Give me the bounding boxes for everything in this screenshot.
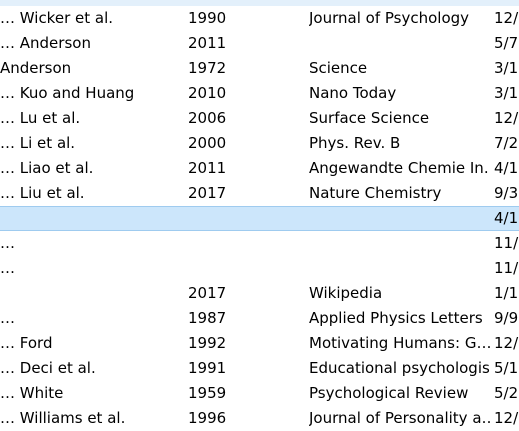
author-cell: … Lu et al. bbox=[0, 109, 81, 127]
table-row[interactable]: … Li et al. 2000 Phys. Rev. B 7/2 bbox=[0, 131, 519, 156]
author-cell: … bbox=[0, 234, 15, 252]
table-row[interactable]: 2017 Wikipedia 1/1 bbox=[0, 281, 519, 306]
publication-cell: Wikipedia bbox=[309, 284, 383, 302]
author-cell: … Li et al. bbox=[0, 134, 76, 152]
year-cell: 2000 bbox=[188, 134, 227, 152]
author-cell: Anderson bbox=[0, 59, 72, 77]
author-cell: … bbox=[0, 309, 15, 327]
table-row[interactable]: … Williams et al. 1996 Journal of Personal… bbox=[0, 406, 519, 431]
year-cell: 1992 bbox=[188, 334, 227, 352]
table-row[interactable]: Anderson 1972 Science 3/1 bbox=[0, 56, 519, 81]
table-row-selected[interactable]: 4/1 bbox=[0, 206, 519, 231]
author-cell: … Liu et al. bbox=[0, 184, 85, 202]
year-cell: 2017 bbox=[188, 184, 227, 202]
date-added-cell: 12/ bbox=[494, 409, 519, 427]
table-row[interactable]: … Deci et al. 1991 Educational psychologis… bbox=[0, 356, 519, 381]
date-added-cell: 12/ bbox=[494, 109, 519, 127]
year-cell: 1972 bbox=[188, 59, 227, 77]
table-row[interactable]: … 11/ bbox=[0, 231, 519, 256]
author-cell: … Wicker et al. bbox=[0, 9, 114, 27]
date-added-cell: 12/ bbox=[494, 9, 519, 27]
date-added-cell: 3/1 bbox=[494, 84, 519, 102]
year-cell: 1991 bbox=[188, 359, 227, 377]
date-added-cell: 9/9 bbox=[494, 309, 519, 327]
table-row[interactable]: … Liu et al. 2017 Nature Chemistry 9/3 bbox=[0, 181, 519, 206]
author-cell: … White bbox=[0, 384, 64, 402]
author-cell: … Deci et al. bbox=[0, 359, 96, 377]
year-cell: 2010 bbox=[188, 84, 227, 102]
table-row[interactable]: … Kuo and Huang 2010 Nano Today 3/1 bbox=[0, 81, 519, 106]
year-cell: 2011 bbox=[188, 34, 227, 52]
table-row[interactable]: … 1987 Applied Physics Letters 9/9 bbox=[0, 306, 519, 331]
publication-cell: Nature Chemistry bbox=[309, 184, 442, 202]
table-row[interactable]: … Anderson 2011 5/7 bbox=[0, 31, 519, 56]
table-row[interactable]: … Liao et al. 2011 Angewandte Chemie In… 4/… bbox=[0, 156, 519, 181]
date-added-cell: 12/ bbox=[494, 334, 519, 352]
table-row[interactable]: … Ford 1992 Motivating Humans: G… 12/ bbox=[0, 331, 519, 356]
author-cell: … Williams et al. bbox=[0, 409, 126, 427]
date-added-cell: 9/3 bbox=[494, 184, 519, 202]
table-row[interactable]: … 11/ bbox=[0, 256, 519, 281]
date-added-cell: 5/2 bbox=[494, 384, 519, 402]
year-cell: 1996 bbox=[188, 409, 227, 427]
publication-cell: Applied Physics Letters bbox=[309, 309, 483, 327]
year-cell: 2017 bbox=[188, 284, 227, 302]
year-cell: 1959 bbox=[188, 384, 227, 402]
table-row[interactable]: … Lu et al. 2006 Surface Science 12/ bbox=[0, 106, 519, 131]
author-cell: … Kuo and Huang bbox=[0, 84, 135, 102]
publication-cell: Science bbox=[309, 59, 368, 77]
date-added-cell: 4/1 bbox=[494, 159, 519, 177]
author-cell: … bbox=[0, 259, 15, 277]
date-added-cell: 5/7 bbox=[494, 34, 519, 52]
references-table: … Wicker et al. 1990 Journal of Psychology… bbox=[0, 0, 519, 431]
date-added-cell: 7/2 bbox=[494, 134, 519, 152]
publication-cell: Journal of Personality a… bbox=[309, 409, 490, 427]
date-added-cell: 4/1 bbox=[494, 209, 519, 227]
author-cell: … Anderson bbox=[0, 34, 91, 52]
year-cell: 1987 bbox=[188, 309, 227, 327]
table-row[interactable]: … White 1959 Psychological Review 5/2 bbox=[0, 381, 519, 406]
author-cell: … Ford bbox=[0, 334, 53, 352]
date-added-cell: 3/1 bbox=[494, 59, 519, 77]
publication-cell: Nano Today bbox=[309, 84, 397, 102]
date-added-cell: 1/1 bbox=[494, 284, 519, 302]
year-cell: 1990 bbox=[188, 9, 227, 27]
date-added-cell: 11/ bbox=[494, 259, 519, 277]
publication-cell: Phys. Rev. B bbox=[309, 134, 401, 152]
publication-cell: Motivating Humans: G… bbox=[309, 334, 490, 352]
publication-cell: Psychological Review bbox=[309, 384, 469, 402]
publication-cell: Educational psychologist bbox=[309, 359, 490, 377]
year-cell: 2011 bbox=[188, 159, 227, 177]
date-added-cell: 5/1 bbox=[494, 359, 519, 377]
publication-cell: Journal of Psychology bbox=[309, 9, 470, 27]
publication-cell: Surface Science bbox=[309, 109, 430, 127]
year-cell: 2006 bbox=[188, 109, 227, 127]
author-cell: … Liao et al. bbox=[0, 159, 94, 177]
publication-cell: Angewandte Chemie In… bbox=[309, 159, 490, 177]
date-added-cell: 11/ bbox=[494, 234, 519, 252]
table-row[interactable]: … Wicker et al. 1990 Journal of Psychology… bbox=[0, 6, 519, 31]
